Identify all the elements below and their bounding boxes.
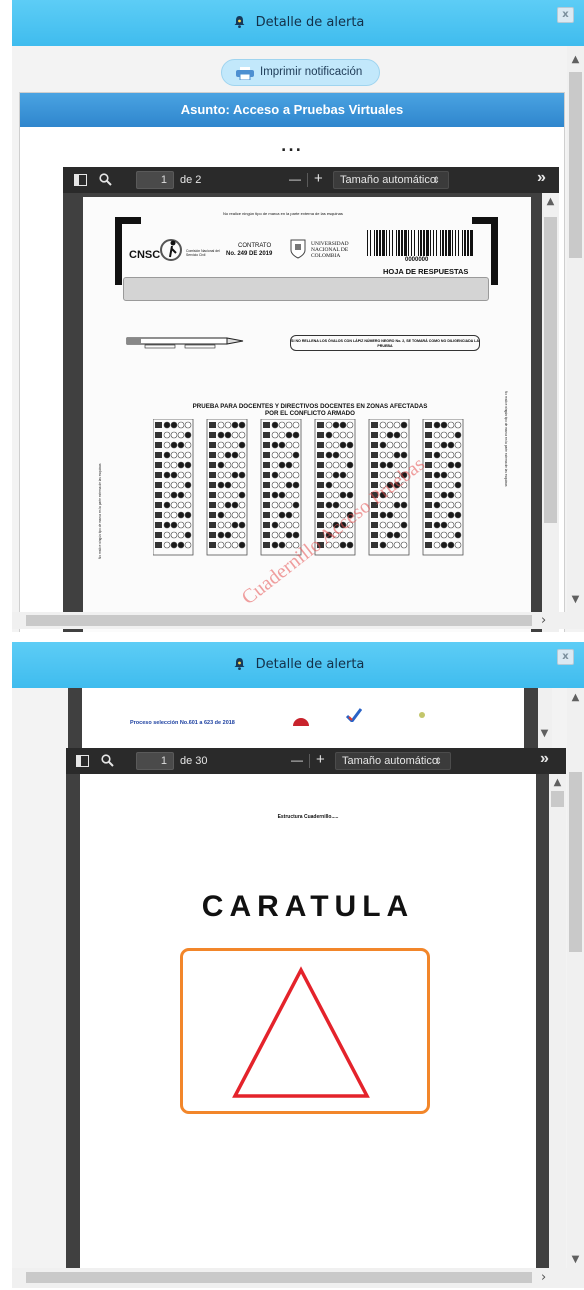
zoom-in-button[interactable]: + — [314, 170, 323, 187]
checkmark-logo-icon — [346, 708, 362, 722]
scroll-right-icon[interactable]: › — [541, 613, 546, 628]
modal-horizontal-scrollbar[interactable]: ‹ › — [12, 1268, 584, 1288]
zoom-out-button[interactable]: — — [289, 172, 301, 186]
emblem-icon — [293, 718, 309, 726]
close-button[interactable]: x — [557, 649, 574, 665]
pdf-viewer: 1 de 30 — + Tamaño automático ⇕ » Estruct… — [66, 748, 566, 1288]
cnsc-subtitle: Comisión Nacional del Servicio Civil — [186, 249, 220, 257]
panel-ellipsis: ... — [281, 139, 303, 155]
tools-menu-button[interactable]: » — [540, 750, 549, 768]
zoom-select-value: Tamaño automático — [342, 755, 438, 767]
close-icon: x — [562, 651, 569, 662]
scroll-thumb[interactable] — [544, 217, 557, 523]
close-icon: x — [562, 9, 569, 20]
toolbar-divider — [309, 754, 310, 768]
alert-detail-modal: Detalle de alerta x Imprimir notificació… — [12, 0, 584, 632]
zoom-out-button[interactable]: — — [291, 753, 303, 767]
page-number-input[interactable]: 1 — [136, 171, 174, 189]
search-icon[interactable] — [99, 173, 112, 186]
scroll-down-icon[interactable]: ▼ — [539, 728, 550, 739]
pdf-toolbar: 1 de 30 — + Tamaño automático ⇕ » — [66, 748, 566, 774]
bell-icon — [234, 658, 245, 670]
bell-icon — [234, 16, 245, 28]
triangle-icon — [232, 966, 370, 1098]
modal-titlebar: Detalle de alerta x — [12, 0, 584, 46]
structure-label: Estructura Cuadernillo..... — [277, 814, 339, 820]
scroll-right-icon[interactable]: › — [541, 1270, 546, 1285]
close-button[interactable]: x — [557, 7, 574, 23]
top-notice: No realice ningún tipo de marca en la pa… — [223, 211, 343, 216]
select-arrows-icon: ⇕ — [434, 756, 442, 766]
pdf-viewer: 1 de 2 — + Tamaño automático ⇕ » No reali… — [63, 167, 559, 632]
scroll-thumb[interactable] — [569, 72, 582, 258]
sidebar-toggle-icon[interactable] — [74, 174, 87, 186]
test-heading-line1: PRUEBA PARA DOCENTES Y DIRECTIVOS DOCENT… — [192, 403, 428, 410]
scroll-thumb[interactable] — [551, 791, 564, 807]
background-scrollbar[interactable]: ▼ — [538, 688, 552, 748]
pdf-toolbar: 1 de 2 — + Tamaño automático ⇕ » — [63, 167, 559, 193]
search-icon[interactable] — [101, 754, 114, 767]
contract-number: No. 249 DE 2019 — [226, 251, 273, 257]
subject-panel: Asunto: Acceso a Pruebas Virtuales ... 1… — [19, 92, 565, 632]
contract-label: CONTRATO — [238, 243, 272, 249]
answer-sheet-label: HOJA DE RESPUESTAS — [383, 267, 469, 276]
corner-bracket-right — [472, 217, 498, 285]
zoom-select-value: Tamaño automático — [340, 174, 436, 186]
barcode-number: 0000000 — [405, 257, 429, 263]
cnsc-logo-text: CNSC — [129, 249, 161, 261]
page-number-input[interactable]: 1 — [136, 752, 174, 770]
pencil-icon — [126, 337, 244, 349]
scroll-up-icon[interactable]: ▲ — [570, 692, 581, 703]
background-pdf-page: Proceso selección No.601 a 623 de 2018 — [82, 688, 524, 748]
panel-title: Asunto: Acceso a Pruebas Virtuales — [20, 93, 564, 127]
toolbar-divider — [307, 173, 308, 187]
modal-titlebar: Detalle de alerta x — [12, 642, 584, 688]
sidebar-toggle-icon[interactable] — [76, 755, 89, 767]
tools-menu-button[interactable]: » — [537, 169, 546, 187]
pdf-page: Estructura Cuadernillo..... CARATULA — [80, 774, 536, 1288]
modal-title: Detalle de alerta — [255, 657, 365, 672]
modal-title: Detalle de alerta — [255, 15, 365, 30]
pdf-page: No realice ningún tipo de marca en la pa… — [83, 197, 531, 632]
background-pdf-viewer: Proceso selección No.601 a 623 de 2018 ▼ — [68, 688, 552, 748]
scroll-thumb[interactable] — [26, 1272, 532, 1283]
zoom-select[interactable]: Tamaño automático ⇕ — [335, 752, 451, 770]
cover-title: CARATULA — [201, 890, 415, 923]
side-text-right: No realice ningún tipo de marca en la pa… — [504, 391, 508, 487]
pdf-vertical-scrollbar[interactable]: ▲ — [549, 774, 566, 1288]
process-text: Proceso selección No.601 a 623 de 2018 — [130, 720, 235, 726]
zoom-select[interactable]: Tamaño automático ⇕ — [333, 171, 449, 189]
modal-vertical-scrollbar[interactable]: ▲ ▼ — [567, 688, 584, 1268]
pdf-vertical-scrollbar[interactable]: ▲ — [542, 193, 559, 632]
printer-icon — [236, 67, 254, 80]
test-heading-line2: POR EL CONFLICTO ARMADO — [265, 410, 355, 417]
instruction-notice-box: SI NO RELLENA LOS ÓVALOS CON LÁPIZ NÚMER… — [290, 335, 480, 351]
scroll-down-icon[interactable]: ▼ — [570, 594, 581, 605]
scroll-up-icon[interactable]: ▲ — [545, 196, 556, 207]
small-logo-icon — [419, 712, 425, 718]
zoom-in-button[interactable]: + — [316, 751, 325, 768]
university-shield-icon — [290, 239, 306, 259]
side-text-left: No realice ningún tipo de marca en la pa… — [98, 463, 102, 559]
scroll-thumb[interactable] — [569, 772, 582, 952]
cnsc-figure-icon — [160, 239, 182, 261]
scroll-up-icon[interactable]: ▲ — [570, 54, 581, 65]
modal-horizontal-scrollbar[interactable]: ‹ › — [12, 612, 584, 629]
scroll-thumb[interactable] — [26, 615, 532, 626]
instruction-notice-text: SI NO RELLENA LOS ÓVALOS CON LÁPIZ NÚMER… — [291, 339, 479, 348]
barcode — [367, 230, 473, 256]
page-total: de 30 — [180, 755, 208, 767]
print-notification-button[interactable]: Imprimir notificación — [221, 59, 380, 86]
select-arrows-icon: ⇕ — [432, 175, 440, 185]
alert-detail-modal: Detalle de alerta x Proceso selección No… — [12, 642, 584, 1288]
university-name: UNIVERSIDAD NACIONAL DE COLOMBIA — [311, 241, 349, 259]
modal-vertical-scrollbar[interactable]: ▲ ▼ — [567, 46, 584, 612]
page-total: de 2 — [180, 174, 202, 186]
name-field-box — [123, 277, 489, 301]
scroll-up-icon[interactable]: ▲ — [552, 777, 563, 788]
scroll-down-icon[interactable]: ▼ — [570, 1254, 581, 1265]
print-button-label: Imprimir notificación — [260, 66, 363, 78]
